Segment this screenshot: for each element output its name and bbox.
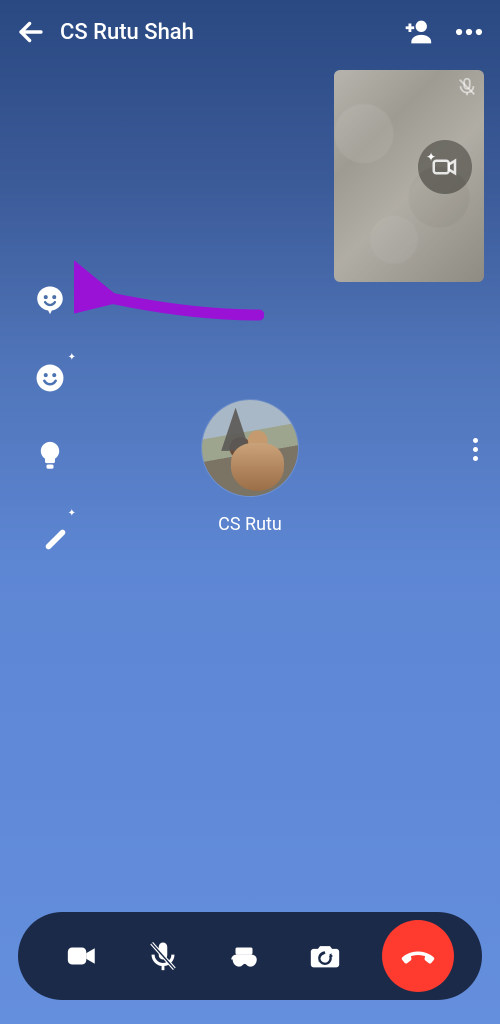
touchup-button[interactable]: ✦ bbox=[30, 514, 70, 554]
participant-tile: CS Rutu bbox=[202, 400, 298, 535]
video-camera-icon bbox=[430, 152, 460, 182]
reaction-button[interactable]: ✦ bbox=[30, 358, 70, 398]
video-icon bbox=[65, 939, 99, 973]
more-horizontal-icon bbox=[452, 15, 486, 49]
video-call-screen: CS Rutu Shah ✦ bbox=[0, 0, 500, 1024]
arrow-left-icon bbox=[14, 15, 48, 49]
call-title: CS Rutu Shah bbox=[60, 20, 400, 45]
pip-camera-effects-button[interactable]: ✦ bbox=[418, 140, 472, 194]
mic-off-icon bbox=[146, 939, 180, 973]
add-person-icon bbox=[400, 15, 434, 49]
lightbulb-icon bbox=[33, 439, 67, 473]
sparkle-icon: ✦ bbox=[426, 150, 436, 164]
avatar-face-icon bbox=[33, 283, 67, 317]
participant-avatar[interactable] bbox=[202, 400, 298, 496]
mic-toggle-button[interactable] bbox=[139, 932, 187, 980]
sparkles-icon: ✦ bbox=[68, 352, 76, 363]
magic-wand-icon bbox=[33, 517, 67, 551]
avatar-effect-button[interactable] bbox=[30, 280, 70, 320]
call-controls-bar bbox=[18, 912, 482, 1000]
gamepad-icon bbox=[227, 939, 261, 973]
sparkles-icon: ✦ bbox=[68, 508, 76, 519]
lighting-button[interactable] bbox=[30, 436, 70, 476]
end-call-button[interactable] bbox=[382, 920, 454, 992]
effects-toolbar: ✦ ✦ bbox=[30, 280, 70, 554]
phone-hangup-icon bbox=[400, 938, 436, 974]
annotation-arrow bbox=[74, 260, 264, 330]
more-vertical-icon bbox=[473, 438, 478, 443]
video-toggle-button[interactable] bbox=[58, 932, 106, 980]
add-person-button[interactable] bbox=[400, 15, 434, 49]
pip-mic-muted-icon bbox=[456, 76, 478, 98]
more-menu-button[interactable] bbox=[452, 15, 486, 49]
header-bar: CS Rutu Shah bbox=[0, 0, 500, 64]
back-button[interactable] bbox=[14, 15, 48, 49]
participant-name: CS Rutu bbox=[218, 514, 282, 535]
smiley-icon bbox=[33, 361, 67, 395]
games-button[interactable] bbox=[220, 932, 268, 980]
participant-options-button[interactable] bbox=[473, 438, 478, 461]
flip-camera-icon bbox=[308, 939, 342, 973]
flip-camera-button[interactable] bbox=[301, 932, 349, 980]
self-video-pip[interactable]: ✦ bbox=[334, 70, 484, 282]
